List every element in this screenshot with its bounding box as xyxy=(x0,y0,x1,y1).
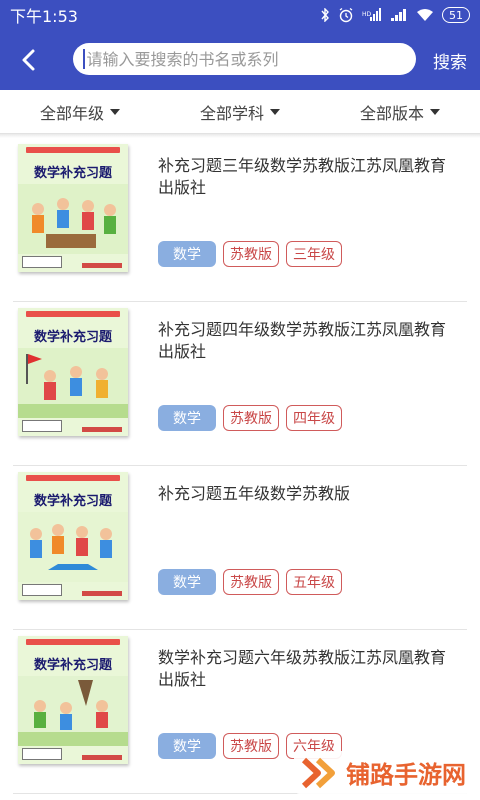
filter-grade-label: 全部年级 xyxy=(39,103,104,123)
book-tags: 数学 苏教版 三年级 xyxy=(158,241,342,267)
text-cursor xyxy=(83,49,85,69)
subject-tag: 数学 xyxy=(158,569,216,595)
book-cover: 数学补充习题 xyxy=(18,308,128,436)
edition-tag: 苏教版 xyxy=(223,733,279,759)
grade-tag: 三年级 xyxy=(286,241,342,267)
book-title: 补充习题四年级数学苏教版江苏凤凰教育出版社 xyxy=(158,320,447,361)
filter-bar: 全部年级 全部学科 全部版本 xyxy=(0,90,480,134)
dropdown-arrow-icon xyxy=(110,108,120,115)
book-cover: 数学补充习题 xyxy=(18,636,128,764)
book-item[interactable]: 数学补充习题 补充习题五年级数学苏教版 数学 苏教版 五年级 xyxy=(13,466,467,630)
dropdown-arrow-icon xyxy=(270,108,280,115)
alarm-icon xyxy=(339,7,353,23)
book-item[interactable]: 数学补充习题 补充习题三年级数学苏教版江苏凤凰教育出版社 数学 苏教版 三年级 xyxy=(13,138,467,302)
logo-icon xyxy=(301,757,335,788)
edition-tag: 苏教版 xyxy=(223,241,279,267)
book-item[interactable]: 数学补充习题 补充习题四年级数学苏教版江苏凤凰教育出版社 数学 苏教版 四年级 xyxy=(13,302,467,466)
filter-grade[interactable]: 全部年级 xyxy=(0,90,160,133)
subject-tag: 数学 xyxy=(158,733,216,759)
book-cover: 数学补充习题 xyxy=(18,472,128,600)
watermark-text: 铺路手游网 xyxy=(346,761,466,789)
bluetooth-icon xyxy=(321,8,329,22)
filter-subject[interactable]: 全部学科 xyxy=(160,90,320,133)
back-arrow-icon xyxy=(22,49,35,71)
book-title: 补充习题五年级数学苏教版 xyxy=(158,484,351,503)
search-input[interactable] xyxy=(86,49,407,69)
book-tags: 数学 苏教版 四年级 xyxy=(158,405,342,431)
watermark: 铺路手游网 xyxy=(294,751,472,794)
book-tags: 数学 苏教版 五年级 xyxy=(158,569,342,595)
book-list: 数学补充习题 补充习题三年级数学苏教版江苏凤凰教育出版社 数学 苏教版 三年级 … xyxy=(0,138,480,794)
back-button[interactable] xyxy=(0,30,58,90)
filter-edition[interactable]: 全部版本 xyxy=(320,90,480,133)
status-bar: 下午1:53 HD 51 xyxy=(0,0,480,30)
book-cover: 数学补充习题 xyxy=(18,144,128,272)
dropdown-arrow-icon xyxy=(430,108,440,115)
wifi-icon xyxy=(417,9,433,21)
signal-hd-icon: HD xyxy=(362,8,381,21)
search-button[interactable]: 搜索 xyxy=(433,48,467,73)
book-title: 补充习题三年级数学苏教版江苏凤凰教育出版社 xyxy=(158,156,447,197)
search-box[interactable] xyxy=(73,43,416,75)
search-toolbar: 搜索 xyxy=(0,30,480,90)
edition-tag: 苏教版 xyxy=(223,569,279,595)
book-title: 数学补充习题六年级苏教版江苏凤凰教育出版社 xyxy=(158,648,447,689)
status-icons: HD 51 xyxy=(320,7,470,23)
grade-tag: 五年级 xyxy=(286,569,342,595)
edition-tag: 苏教版 xyxy=(223,405,279,431)
battery-indicator: 51 xyxy=(442,7,470,23)
subject-tag: 数学 xyxy=(158,405,216,431)
signal-icon xyxy=(391,9,406,21)
filter-subject-label: 全部学科 xyxy=(199,103,264,123)
status-time: 下午1:53 xyxy=(10,7,78,26)
filter-edition-label: 全部版本 xyxy=(359,103,424,123)
subject-tag: 数学 xyxy=(158,241,216,267)
svg-text:HD: HD xyxy=(362,11,372,18)
grade-tag: 四年级 xyxy=(286,405,342,431)
